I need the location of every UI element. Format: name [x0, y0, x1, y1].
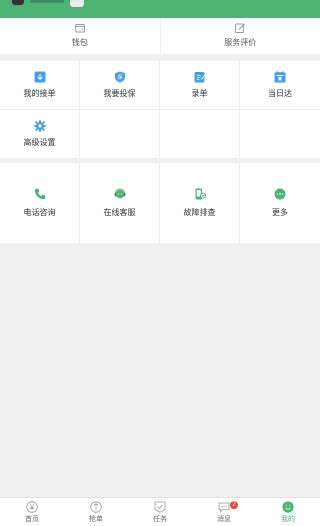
insure-label: 我要投保 [103, 89, 136, 98]
tab-grab-order[interactable]: 抢单 [64, 498, 128, 526]
tab-home[interactable]: 首页 [0, 498, 64, 526]
download-icon [34, 71, 45, 83]
summary-bar: 钱包 服务评价 [0, 18, 320, 54]
phone-icon [34, 188, 45, 200]
tab-label: 抢单 [89, 514, 103, 523]
insure-button[interactable]: 保 我要投保 [80, 61, 160, 110]
header-text-stub [30, 0, 64, 3]
advanced-settings-button[interactable]: 高级设置 [0, 110, 80, 159]
function-section: 我的接单 保 我要投保 录单 当日达 高级设置 [0, 61, 320, 159]
advanced-settings-label: 高级设置 [23, 138, 56, 147]
same-day-button[interactable]: 当日达 [240, 61, 320, 110]
tab-label: 消息 [217, 514, 231, 523]
tab-task[interactable]: 任务 [128, 498, 192, 526]
empty-tile [240, 110, 320, 159]
header-shape-stub [70, 0, 84, 7]
more-icon [274, 188, 286, 200]
unread-badge: 2 [230, 501, 238, 509]
troubleshoot-label: 故障排查 [183, 208, 216, 217]
tab-mine[interactable]: 我的 [256, 498, 320, 526]
gear-icon [33, 120, 46, 132]
shield-icon: 保 [114, 71, 125, 83]
online-support-label: 在线客服 [103, 208, 136, 217]
online-support-button[interactable]: 在线客服 [80, 163, 160, 243]
tab-label: 任务 [153, 514, 167, 523]
troubleshoot-button[interactable]: 故障排查 [160, 163, 240, 243]
my-orders-label: 我的接单 [23, 89, 56, 98]
empty-tile [80, 110, 160, 159]
svg-text:保: 保 [117, 74, 122, 81]
tab-label: 我的 [281, 514, 295, 523]
task-icon [154, 501, 166, 513]
tab-message[interactable]: 消息 2 [192, 498, 256, 526]
phone-consult-label: 电话咨询 [23, 208, 56, 217]
more-button[interactable]: 更多 [240, 163, 320, 243]
service-section: 电话咨询 在线客服 故障排查 更多 [0, 163, 320, 243]
message-icon [218, 502, 230, 513]
service-rating-button[interactable]: 服务评价 [159, 18, 320, 54]
header-bar [0, 0, 320, 18]
service-rating-label: 服务评价 [224, 38, 257, 47]
bottom-tab-bar: 首页 抢单 任务 消息 2 我的 [0, 497, 320, 526]
smile-icon [282, 500, 294, 513]
wallet-button[interactable]: 钱包 [0, 18, 160, 54]
record-order-button[interactable]: 录单 [160, 61, 240, 110]
record-order-label: 录单 [191, 89, 208, 98]
device-icon [195, 188, 206, 200]
same-day-label: 当日达 [268, 89, 292, 98]
headset-icon [114, 188, 125, 199]
edit-note-icon [194, 72, 206, 83]
avatar[interactable] [12, 0, 24, 5]
my-orders-button[interactable]: 我的接单 [0, 61, 80, 110]
edit-icon [235, 23, 246, 33]
calendar-icon [274, 71, 286, 83]
more-label: 更多 [272, 208, 288, 217]
phone-consult-button[interactable]: 电话咨询 [0, 163, 80, 243]
wallet-icon [74, 24, 85, 33]
home-yen-icon [26, 500, 38, 513]
tab-label: 首页 [25, 514, 39, 523]
wallet-label: 钱包 [71, 38, 88, 47]
empty-tile [160, 110, 240, 159]
grab-order-icon [90, 500, 102, 513]
